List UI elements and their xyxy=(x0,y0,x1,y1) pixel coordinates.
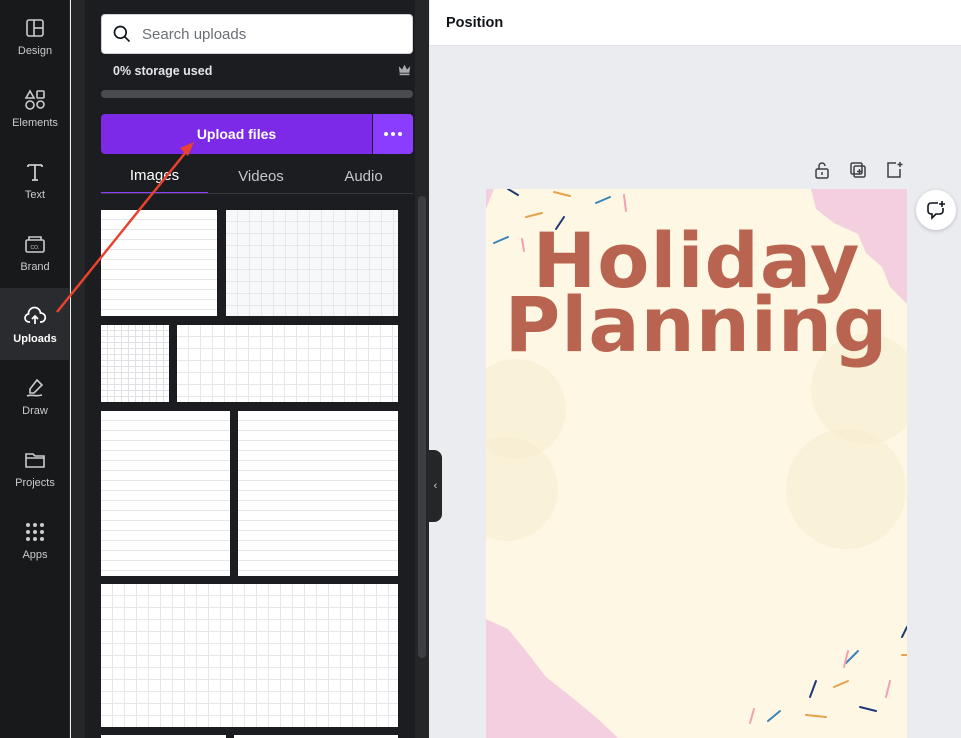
rail-item-label: Uploads xyxy=(13,332,57,345)
folder-icon xyxy=(25,452,45,468)
brand-icon: CO. xyxy=(25,235,45,253)
duplicate-icon xyxy=(850,162,866,178)
dot-icon xyxy=(391,132,395,136)
collapse-panel-handle[interactable]: ‹ xyxy=(429,450,442,522)
panel-scrollbar[interactable] xyxy=(418,196,426,658)
draw-icon xyxy=(26,378,44,397)
rail-item-label: Apps xyxy=(22,548,48,561)
rail-item-brand[interactable]: CO. Brand xyxy=(0,216,70,288)
design-page[interactable]: Holiday Planning xyxy=(486,189,907,738)
upload-thumbnail[interactable] xyxy=(101,411,230,576)
duplicate-page-button[interactable] xyxy=(848,160,868,180)
editor-topbar: Position xyxy=(430,0,961,46)
more-options-button[interactable] xyxy=(373,114,413,154)
rail-item-design[interactable]: Design xyxy=(0,0,70,72)
position-tab-title[interactable]: Position xyxy=(446,15,503,31)
add-page-icon xyxy=(887,162,903,178)
left-rail: Design Elements Text CO. Brand Uploads D… xyxy=(0,0,70,738)
rail-item-draw[interactable]: Draw xyxy=(0,360,70,432)
title-line-2: Planning xyxy=(504,280,889,369)
uploads-panel: 0% storage used Upload files Images Vide… xyxy=(71,0,429,738)
upload-files-button[interactable]: Upload files xyxy=(101,114,372,154)
storage-text: 0% storage used xyxy=(113,64,213,78)
add-comment-button[interactable] xyxy=(916,190,956,230)
search-input[interactable] xyxy=(142,25,392,43)
crown-icon xyxy=(398,64,411,76)
svg-text:CO.: CO. xyxy=(31,245,40,251)
tab-videos[interactable]: Videos xyxy=(208,158,314,194)
rail-item-elements[interactable]: Elements xyxy=(0,72,70,144)
rail-item-label: Elements xyxy=(12,116,58,129)
shapes-icon xyxy=(24,88,45,110)
rail-item-projects[interactable]: Projects xyxy=(0,432,70,504)
unlock-icon xyxy=(815,162,829,179)
comment-plus-icon xyxy=(927,201,945,220)
rail-item-apps[interactable]: Apps xyxy=(0,504,70,576)
rail-item-label: Projects xyxy=(15,476,55,489)
text-icon xyxy=(27,163,43,181)
upload-thumbnail[interactable] xyxy=(101,210,217,316)
rail-item-uploads[interactable]: Uploads xyxy=(0,288,70,360)
tab-audio[interactable]: Audio xyxy=(314,158,413,194)
upload-thumbnail[interactable] xyxy=(101,325,169,402)
cloud-upload-icon xyxy=(24,306,47,324)
rail-item-label: Draw xyxy=(22,404,48,417)
upload-thumbnail[interactable] xyxy=(238,411,398,576)
rail-item-label: Text xyxy=(24,188,46,201)
upload-thumbnail[interactable] xyxy=(226,210,398,316)
rail-item-label: Design xyxy=(17,44,53,57)
tab-images[interactable]: Images xyxy=(101,158,208,194)
apps-grid-icon xyxy=(26,522,44,541)
rail-item-text[interactable]: Text xyxy=(0,144,70,216)
layout-icon xyxy=(26,18,44,37)
upload-thumbnail[interactable] xyxy=(177,325,398,402)
upload-thumbnail[interactable] xyxy=(101,584,398,727)
dot-icon xyxy=(384,132,388,136)
chevron-left-icon: ‹ xyxy=(433,480,438,492)
design-title[interactable]: Holiday Planning xyxy=(486,223,907,369)
media-tabs: Images Videos Audio xyxy=(101,158,413,194)
add-page-button[interactable] xyxy=(884,160,904,180)
search-icon xyxy=(113,25,131,43)
tab-divider xyxy=(101,193,413,194)
dot-icon xyxy=(398,132,402,136)
storage-bar xyxy=(101,90,413,98)
search-box[interactable] xyxy=(101,14,413,54)
lock-button[interactable] xyxy=(812,160,832,180)
rail-item-label: Brand xyxy=(20,260,50,273)
